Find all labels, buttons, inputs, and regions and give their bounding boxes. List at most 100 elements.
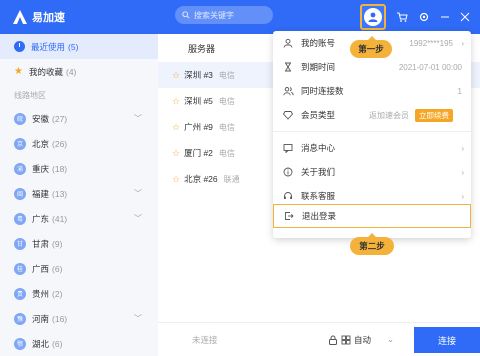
region-section-title: 线路地区 (14, 90, 46, 100)
region-count: (27) (52, 113, 68, 124)
region-icon: 京 (14, 137, 26, 150)
account-value: 1992****195 (409, 38, 453, 48)
star-outline-icon[interactable]: ☆ (172, 148, 180, 159)
region-icon: 闽 (14, 187, 26, 200)
region-count: (6) (52, 338, 63, 349)
region-name: 甘肃 (32, 238, 50, 249)
menu-item-label: 消息中心 (301, 143, 336, 153)
user-icon (282, 38, 294, 48)
chevron-down-icon[interactable]: ﹀ (134, 188, 142, 199)
search-icon (182, 11, 190, 19)
app-logo: 易加速 (12, 9, 65, 25)
server-isp: 电信 (218, 148, 235, 158)
region-count: (26) (52, 138, 68, 149)
sidebar-item-region[interactable]: 桂 广西 (6) (0, 256, 158, 281)
chevron-down-icon[interactable]: ﹀ (134, 313, 142, 324)
menu-item-logout[interactable]: 退出登录 (273, 204, 471, 228)
logout-icon (283, 211, 295, 221)
server-name: 广州 #9 (184, 122, 213, 132)
region-icon: 豫 (14, 312, 26, 325)
sidebar-item-region[interactable]: 皖 安徽 (27) ﹀ (0, 106, 158, 131)
region-name: 福建 (32, 188, 50, 199)
search-placeholder: 搜索关键字 (194, 10, 234, 20)
menu-item-expiry: 到期时间 2021-07-01 00:00 (273, 55, 471, 79)
connection-bar: 未连接 自动 ⌄ 连接 (158, 322, 480, 356)
sidebar-item-region[interactable]: 豫 河南 (16) ﹀ (0, 306, 158, 331)
menu-item-label: 退出登录 (302, 211, 337, 221)
menu-item-messages[interactable]: 消息中心 › (273, 136, 471, 160)
hourglass-icon (282, 62, 294, 72)
connection-status: 未连接 (192, 334, 218, 345)
connect-button[interactable]: 连接 (414, 327, 480, 353)
user-avatar-button[interactable] (360, 4, 386, 30)
logo-icon (13, 10, 27, 24)
menu-item-concurrent: 同时连接数 1 (273, 79, 471, 103)
server-isp: 联通 (223, 174, 240, 184)
menu-item-label: 会员类型 (301, 110, 336, 120)
chevron-down-icon[interactable]: ﹀ (134, 213, 142, 224)
title-bar: 易加速 搜索关键字 (0, 0, 480, 34)
sidebar-item-region[interactable]: 闽 福建 (13) ﹀ (0, 181, 158, 206)
sidebar-item-region[interactable]: 鄂 湖北 (6) (0, 331, 158, 356)
minimize-icon[interactable] (440, 12, 450, 22)
sidebar-item-count: (5) (68, 41, 79, 52)
chevron-down-icon[interactable]: ﹀ (134, 113, 142, 124)
server-name: 北京 #26 (184, 174, 218, 184)
sidebar-item-region[interactable]: 粤 广东 (41) ﹀ (0, 206, 158, 231)
region-name: 河南 (32, 313, 50, 324)
diamond-icon (282, 110, 294, 120)
menu-item-label: 我的账号 (301, 38, 336, 48)
chevron-right-icon: › (461, 191, 464, 201)
server-isp: 电信 (218, 70, 235, 80)
sidebar-item-count: (4) (65, 66, 77, 77)
sidebar-item-label: 最近使用 (31, 41, 66, 52)
star-outline-icon[interactable]: ☆ (172, 96, 180, 107)
region-name: 北京 (32, 138, 50, 149)
region-name: 广西 (32, 263, 50, 274)
sidebar-item-recent[interactable]: 最近使用 (5) (0, 34, 158, 59)
region-count: (9) (52, 238, 63, 249)
region-count: (2) (52, 288, 63, 299)
region-name: 广东 (32, 213, 50, 224)
lock-icon (329, 335, 337, 345)
star-icon: ★ (14, 66, 23, 77)
star-outline-icon[interactable]: ☆ (172, 174, 180, 185)
gear-icon[interactable] (418, 11, 430, 23)
sidebar-item-region[interactable]: 甘 甘肃 (9) (0, 231, 158, 256)
sidebar-item-region[interactable]: 贵 贵州 (2) (0, 281, 158, 306)
region-name: 重庆 (32, 163, 50, 174)
concurrent-value: 1 (457, 86, 462, 96)
menu-item-label: 联系客服 (301, 191, 336, 201)
sidebar-item-label: 我的收藏 (28, 66, 63, 77)
server-name: 深圳 #5 (184, 96, 213, 106)
sidebar-item-region[interactable]: 渝 重庆 (18) (0, 156, 158, 181)
star-outline-icon[interactable]: ☆ (172, 70, 180, 81)
cart-icon[interactable] (396, 11, 408, 23)
sidebar-item-region[interactable]: 京 北京 (26) (0, 131, 158, 156)
headset-icon (282, 191, 294, 201)
chevron-right-icon: › (461, 38, 464, 48)
region-name: 贵州 (32, 288, 50, 299)
message-icon (282, 143, 294, 153)
menu-item-about[interactable]: 关于我们 › (273, 160, 471, 184)
region-icon: 皖 (14, 112, 26, 125)
region-name: 安徽 (32, 113, 50, 124)
server-isp: 电信 (218, 122, 235, 132)
region-count: (13) (52, 188, 68, 199)
step-one-callout: 第一步 (350, 36, 392, 58)
step-two-callout: 第二步 (350, 233, 394, 255)
avatar-icon (364, 8, 382, 26)
sidebar-item-favorites[interactable]: ★ 我的收藏 (4) (0, 59, 158, 84)
search-input[interactable]: 搜索关键字 (175, 6, 273, 24)
mode-select[interactable]: 自动 ⌄ (328, 334, 394, 346)
app-name: 易加速 (32, 12, 65, 24)
menu-item-member[interactable]: 会员类型 返加速会员 立即续费 (273, 103, 471, 127)
server-name: 厦门 #2 (184, 148, 213, 158)
star-outline-icon[interactable]: ☆ (172, 122, 180, 133)
renew-now-button[interactable]: 立即续费 (415, 109, 453, 122)
region-icon: 甘 (14, 237, 26, 250)
sidebar: 最近使用 (5) ★ 我的收藏 (4) 线路地区 皖 安徽 (27) ﹀ 京 北… (0, 34, 158, 356)
close-icon[interactable] (460, 12, 470, 22)
info-icon (282, 167, 294, 177)
mode-label: 自动 (354, 334, 372, 345)
